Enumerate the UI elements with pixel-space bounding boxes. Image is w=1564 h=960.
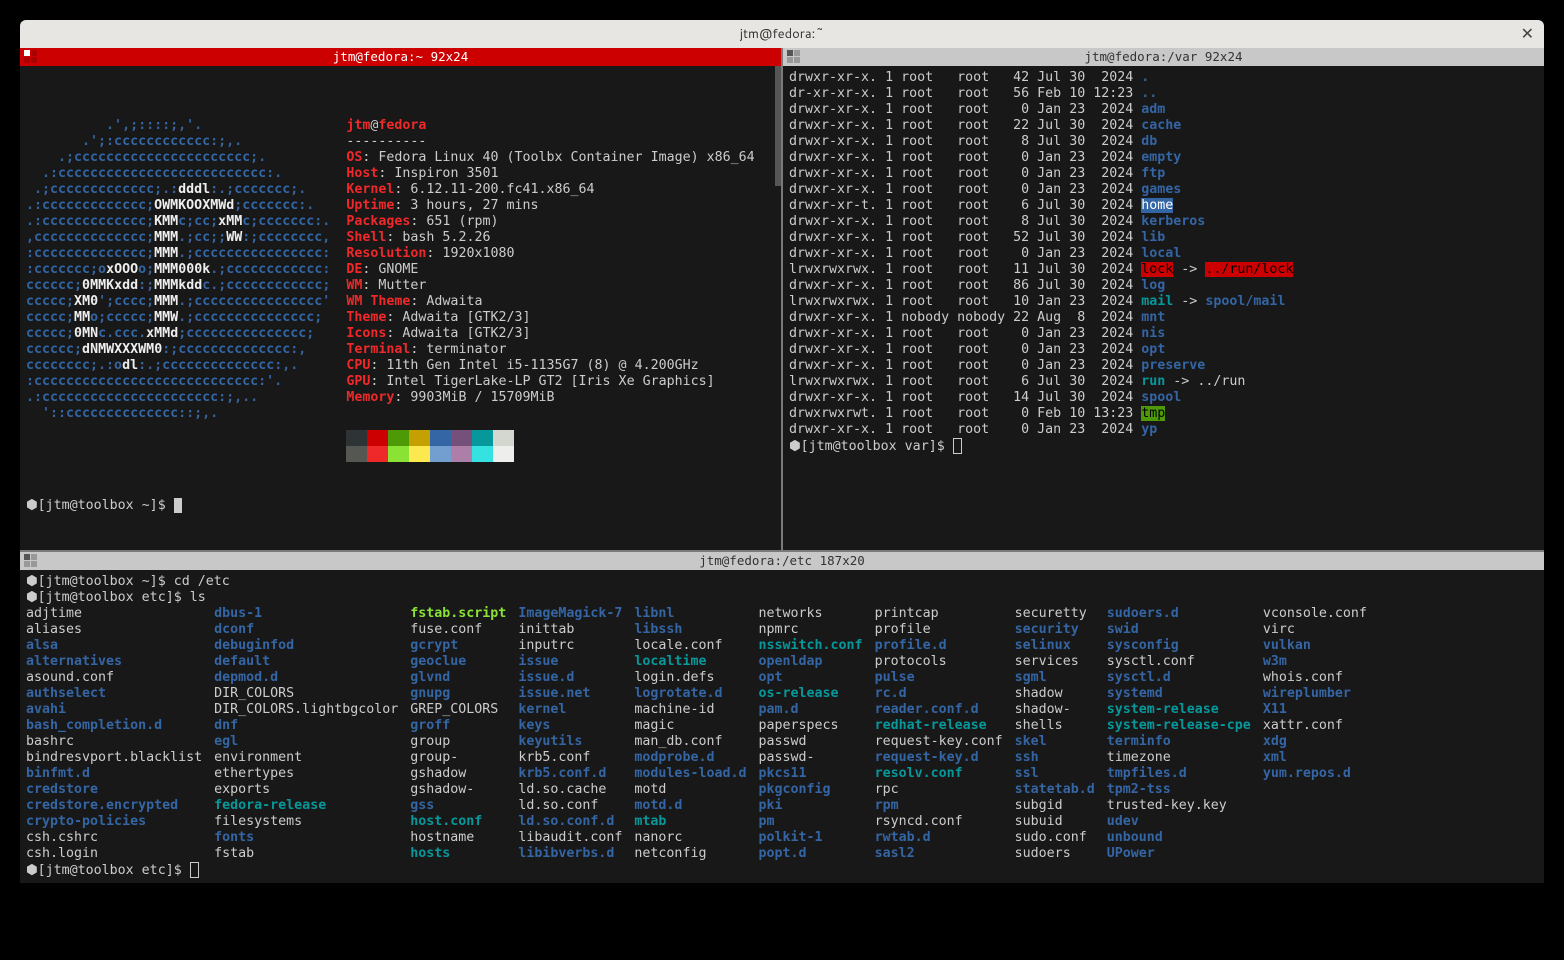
pane-title-label: jtm@fedora:/etc 187x20 [699,553,865,568]
pane-title-label: jtm@fedora:/var 92x24 [1084,49,1242,64]
window-title: jtm@fedora:~ [740,25,824,43]
split-icon [787,50,801,64]
split-icon [24,554,38,568]
fedora-ascii-logo: .',;::::;,'. .';:cccccccccccc:;,. .;cccc… [26,118,330,462]
neofetch-info: jtm@fedora----------OS: Fedora Linux 40 … [346,118,754,462]
terminal-output-left[interactable]: .',;::::;,'. .';:cccccccccccc:;,. .;cccc… [20,66,781,550]
scrollbar[interactable] [775,66,781,186]
cursor-icon [174,498,182,513]
pane-title-label: jtm@fedora:~ 92x24 [333,49,468,64]
window-titlebar: jtm@fedora:~ ✕ [20,20,1544,48]
cursor-icon [953,438,962,454]
pane-title-inactive[interactable]: jtm@fedora:/etc 187x20 [20,552,1544,570]
terminal-output-etc[interactable]: ⬢[jtm@toolbox ~]$ cd /etc⬢[jtm@toolbox e… [20,570,1544,883]
pane-bottom[interactable]: jtm@fedora:/etc 187x20 ⬢[jtm@toolbox ~]$… [20,552,1544,883]
prompt: ⬢[jtm@toolbox ~]$ [26,498,174,513]
terminal-split-container: jtm@fedora:~ 92x24 .',;::::;,'. .';:cccc… [20,48,1544,883]
pane-top-left[interactable]: jtm@fedora:~ 92x24 .',;::::;,'. .';:cccc… [20,48,781,550]
pane-title-inactive[interactable]: jtm@fedora:/var 92x24 [783,48,1544,66]
close-icon[interactable]: ✕ [1521,20,1534,48]
pane-title-active[interactable]: jtm@fedora:~ 92x24 [20,48,781,66]
terminal-output-var[interactable]: drwxr-xr-x. 1 root root 42 Jul 30 2024 .… [783,66,1544,550]
cursor-icon [190,862,199,878]
split-icon [24,50,38,64]
pane-top-right[interactable]: jtm@fedora:/var 92x24 drwxr-xr-x. 1 root… [783,48,1544,550]
